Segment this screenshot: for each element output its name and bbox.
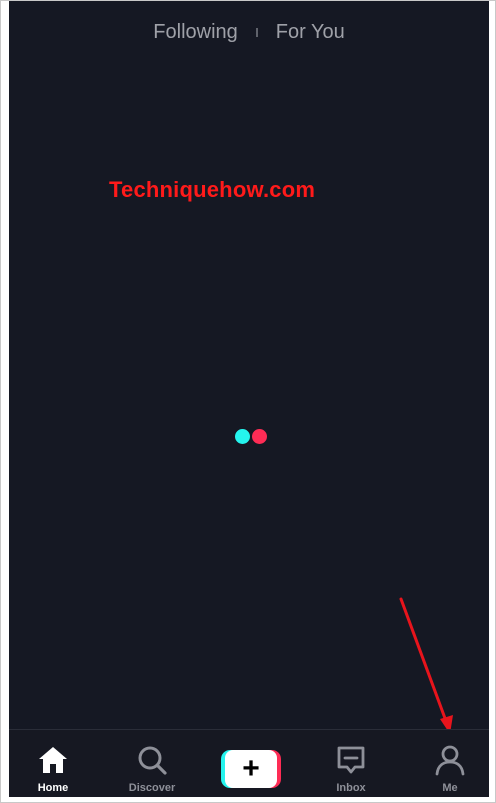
search-icon bbox=[138, 746, 167, 775]
inbox-icon bbox=[337, 746, 365, 774]
home-icon bbox=[39, 747, 67, 773]
bottom-navigation: Home Discover + Inbox Me bbox=[9, 729, 489, 797]
nav-discover[interactable]: Discover bbox=[112, 730, 192, 797]
nav-home[interactable]: Home bbox=[13, 730, 93, 797]
create-video-button[interactable]: + bbox=[221, 750, 281, 788]
nav-me-label: Me bbox=[442, 782, 458, 794]
nav-home-label: Home bbox=[37, 782, 69, 794]
nav-inbox-label: Inbox bbox=[336, 782, 366, 794]
plus-icon: + bbox=[225, 750, 277, 788]
annotation-arrow bbox=[399, 597, 453, 734]
nav-inbox[interactable]: Inbox bbox=[311, 730, 391, 797]
app-screen: Following For You Techniquehow.com Home bbox=[9, 1, 489, 797]
nav-me[interactable]: Me bbox=[410, 730, 489, 797]
screenshot-frame: Following For You Techniquehow.com Home bbox=[0, 0, 496, 803]
profile-icon bbox=[435, 745, 465, 776]
nav-discover-label: Discover bbox=[128, 782, 176, 794]
